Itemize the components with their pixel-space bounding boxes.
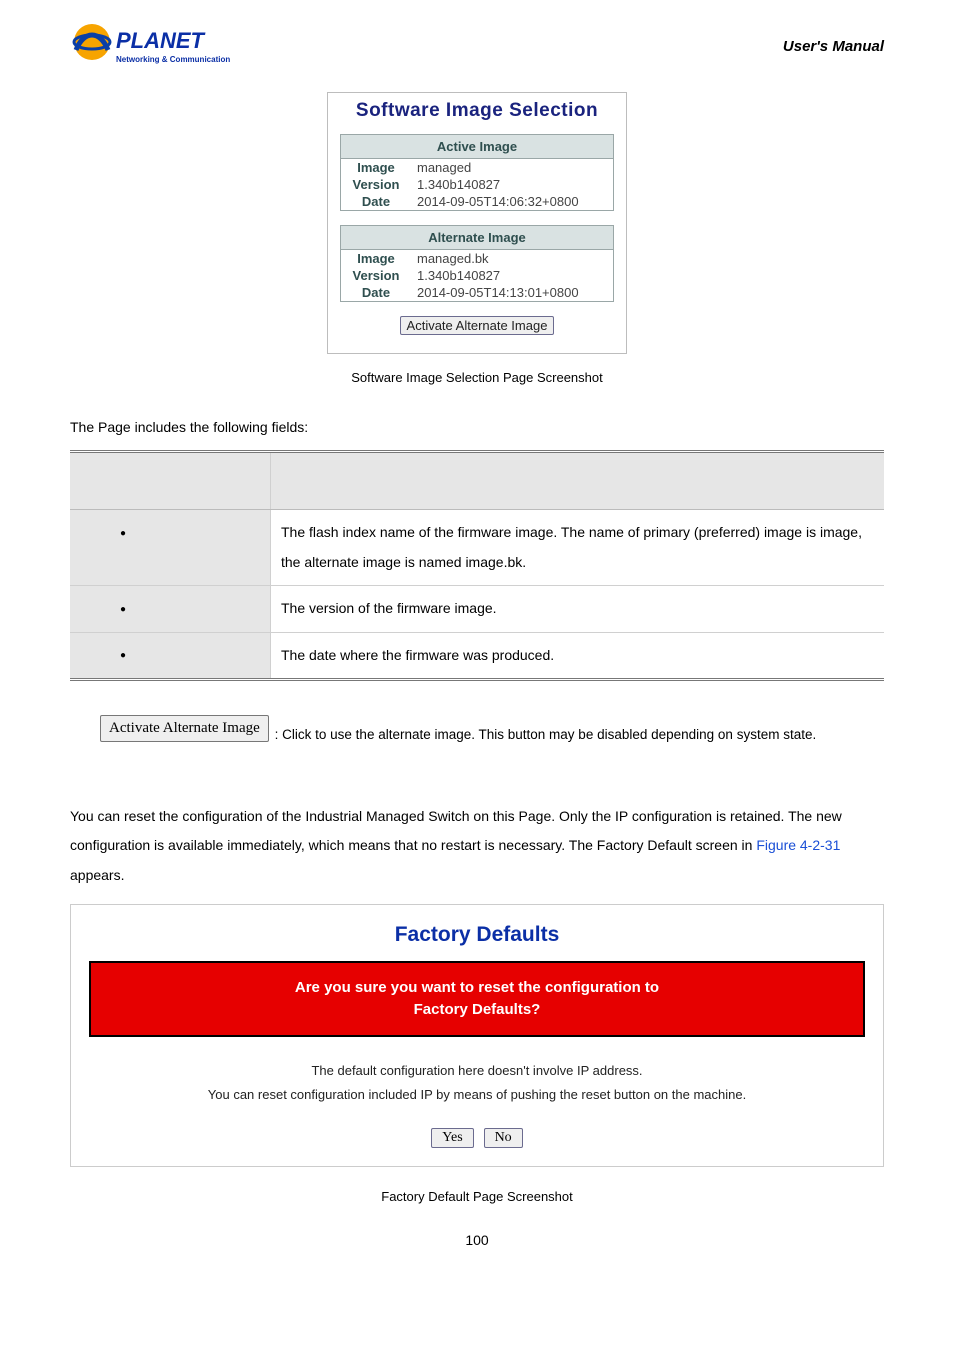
figure-reference-link[interactable]: Figure 4-2-31 xyxy=(756,837,840,853)
label: Date xyxy=(341,193,412,211)
activate-note-text: : Click to use the alternate image. This… xyxy=(275,727,817,742)
figure-caption: Factory Default Page Screenshot xyxy=(70,1189,884,1204)
warning-line: Factory Defaults? xyxy=(414,1001,541,1018)
table-row: ● xyxy=(70,632,271,679)
text: appears. xyxy=(70,867,124,883)
warning-line: Are you sure you want to reset the confi… xyxy=(295,979,659,996)
table-row: ● xyxy=(70,510,271,586)
svg-text:PLANET: PLANET xyxy=(116,28,206,53)
note-line: The default configuration here doesn't i… xyxy=(311,1063,642,1078)
active-image-heading: Active Image xyxy=(341,135,614,159)
fields-table: ● The flash index name of the firmware i… xyxy=(70,450,884,681)
value: 2014-09-05T14:06:32+0800 xyxy=(411,193,614,211)
yes-button[interactable]: Yes xyxy=(431,1128,473,1148)
figure-caption: Software Image Selection Page Screenshot xyxy=(70,370,884,385)
factory-warning-banner: Are you sure you want to reset the confi… xyxy=(89,961,865,1037)
active-image-table: Active Image Imagemanaged Version1.340b1… xyxy=(340,134,614,211)
value: managed xyxy=(411,159,614,177)
text: You can reset the configuration of the I… xyxy=(70,808,842,853)
factory-defaults-title: Factory Defaults xyxy=(71,923,883,947)
label: Version xyxy=(341,267,412,284)
bullet-icon: ● xyxy=(120,599,126,620)
fields-intro: The Page includes the following fields: xyxy=(70,413,884,442)
alternate-image-table: Alternate Image Imagemanaged.bk Version1… xyxy=(340,225,614,302)
no-button[interactable]: No xyxy=(484,1128,523,1148)
factory-intro: You can reset the configuration of the I… xyxy=(70,802,884,890)
activate-alternate-image-button[interactable]: Activate Alternate Image xyxy=(400,316,555,335)
label: Image xyxy=(341,250,412,268)
sis-title: Software Image Selection xyxy=(340,100,614,122)
factory-defaults-panel: Factory Defaults Are you sure you want t… xyxy=(70,904,884,1167)
brand-logo: PLANET Networking & Communication xyxy=(70,20,250,72)
software-image-selection-panel: Software Image Selection Active Image Im… xyxy=(327,92,627,354)
svg-text:Networking & Communication: Networking & Communication xyxy=(116,55,230,64)
manual-label: User's Manual xyxy=(783,38,884,55)
label: Date xyxy=(341,284,412,302)
table-row: ● xyxy=(70,586,271,632)
activate-alternate-image-button-inline[interactable]: Activate Alternate Image xyxy=(100,715,269,742)
value: 1.340b140827 xyxy=(411,267,614,284)
table-cell: The version of the firmware image. xyxy=(271,586,885,632)
value: 1.340b140827 xyxy=(411,176,614,193)
note-line: You can reset configuration included IP … xyxy=(208,1087,746,1102)
page-number: 100 xyxy=(70,1232,884,1248)
bullet-icon: ● xyxy=(120,523,126,544)
label: Version xyxy=(341,176,412,193)
bullet-icon: ● xyxy=(120,645,126,666)
table-cell: The flash index name of the firmware ima… xyxy=(271,510,885,586)
value: 2014-09-05T14:13:01+0800 xyxy=(411,284,614,302)
label: Image xyxy=(341,159,412,177)
alternate-image-heading: Alternate Image xyxy=(341,226,614,250)
value: managed.bk xyxy=(411,250,614,268)
table-cell: The date where the firmware was produced… xyxy=(271,632,885,679)
